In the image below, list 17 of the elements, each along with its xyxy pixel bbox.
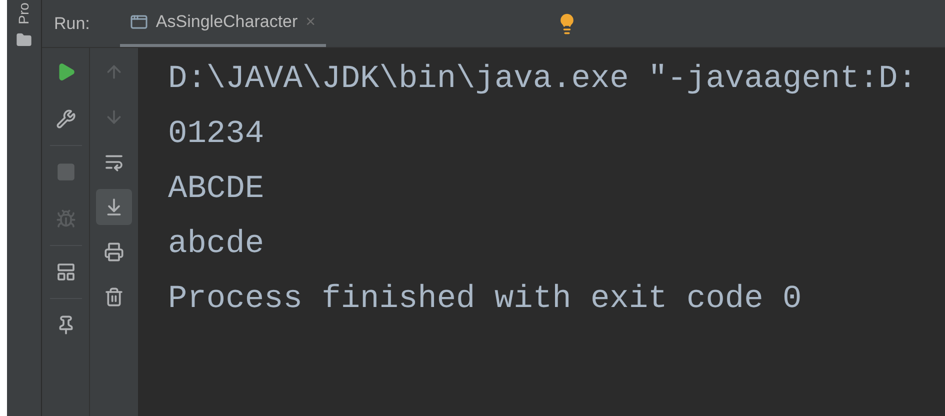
scroll-to-end-button[interactable]	[96, 189, 132, 225]
wrench-icon	[56, 109, 76, 129]
layout-icon	[56, 262, 76, 282]
trash-icon	[104, 287, 124, 307]
console-line: Process finished with exit code 0	[168, 279, 803, 319]
console-line: abcde	[168, 224, 266, 264]
console-line: D:\JAVA\JDK\bin\java.exe "-javaagent:D:	[168, 59, 918, 99]
console-line: ABCDE	[168, 169, 266, 209]
printer-icon	[104, 242, 124, 262]
project-tab-label[interactable]: Pro	[14, 2, 34, 24]
console-line: 01234	[168, 114, 266, 154]
bug-icon	[56, 209, 76, 229]
window-icon	[130, 13, 148, 31]
folder-icon	[16, 32, 32, 48]
run-title: Run:	[54, 12, 90, 35]
tab-label: AsSingleCharacter	[156, 11, 298, 34]
stop-icon	[56, 162, 76, 182]
